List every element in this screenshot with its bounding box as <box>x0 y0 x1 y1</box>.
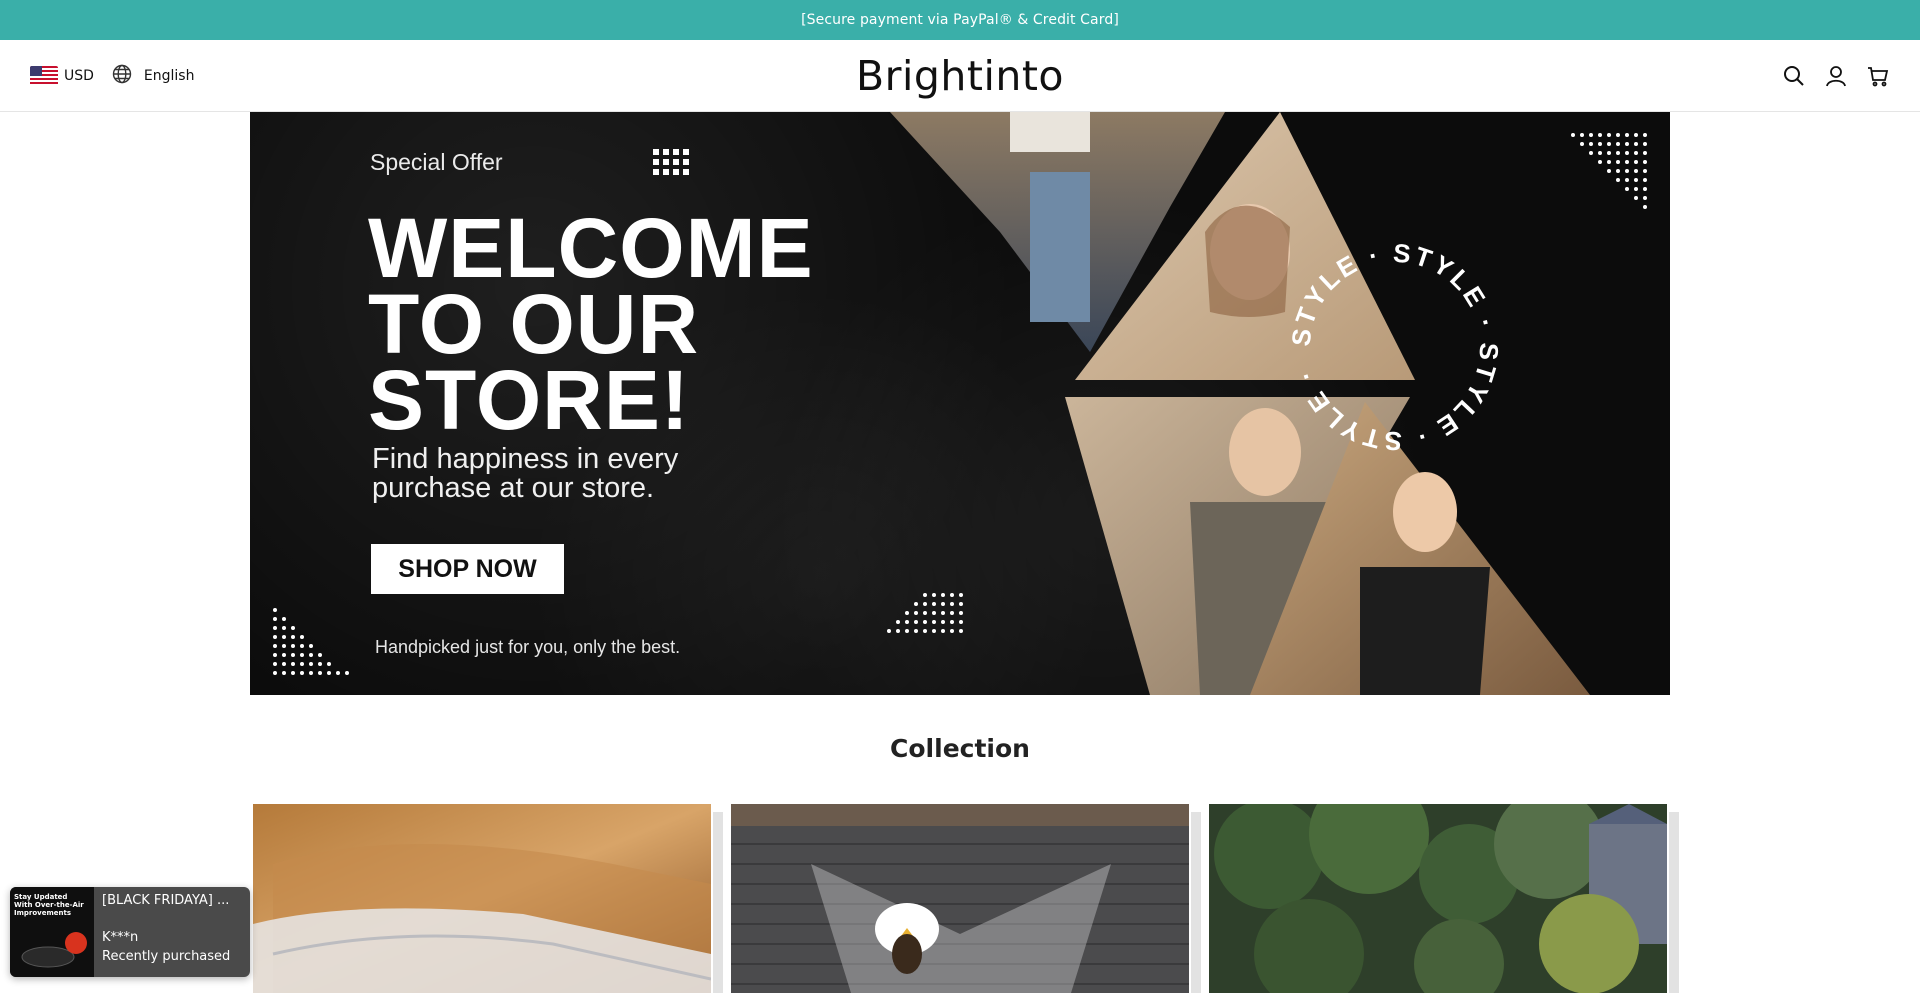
announcement-bar: [Secure payment via PayPal® & Credit Car… <box>0 0 1920 40</box>
card-shadow <box>713 812 723 993</box>
collection-image-eagle-light <box>731 804 1189 993</box>
announcement-text: [Secure payment via PayPal® & Credit Car… <box>801 12 1119 28</box>
banner-special-offer: Special Offer <box>370 149 503 175</box>
hero-banner[interactable]: Special Offer WELCOME TO OUR STORE! Find… <box>250 112 1670 695</box>
toast-product-thumbnail: Stay Updated With Over-the-Air Improveme… <box>10 887 94 977</box>
collection-card[interactable] <box>731 804 1189 993</box>
headline-line-2: TO OUR <box>368 277 700 371</box>
account-icon[interactable] <box>1824 64 1848 88</box>
card-shadow <box>1191 812 1201 993</box>
shop-now-button[interactable]: SHOP NOW <box>371 544 564 594</box>
site-header: USD English Brightinto <box>0 40 1920 112</box>
banner-tagline: Handpicked just for you, only the best. <box>375 637 681 657</box>
dots-triangle-top-right <box>1571 133 1647 209</box>
toast-product-title: [BLACK FRIDAYA] ... <box>102 893 230 908</box>
dots-triangle-center <box>887 593 963 633</box>
dots-triangle-left <box>273 608 349 675</box>
site-logo[interactable]: Brightinto <box>0 52 1920 100</box>
toast-buyer-name: K***n <box>102 930 139 945</box>
recent-purchase-popup[interactable]: Stay Updated With Over-the-Air Improveme… <box>10 887 250 977</box>
style-ring-text: STYLE · STYLE · STYLE · STYLE · <box>1290 242 1500 452</box>
header-actions <box>1782 40 1890 112</box>
toast-status: Recently purchased <box>102 949 231 964</box>
thumbnail-caption: Stay Updated With Over-the-Air Improveme… <box>14 893 84 917</box>
cart-icon[interactable] <box>1866 64 1890 88</box>
toast-body: [BLACK FRIDAYA] ... K***n Recently purch… <box>94 887 250 977</box>
banner-subtitle: Find happiness in every purchase at our … <box>372 443 679 504</box>
headline-line-3: STORE! <box>368 353 690 447</box>
collection-card[interactable] <box>253 804 711 993</box>
search-icon[interactable] <box>1782 64 1806 88</box>
headline-line-1: WELCOME <box>368 201 814 295</box>
collection-image-bamboo-tray <box>253 804 711 993</box>
card-shadow <box>1669 812 1679 993</box>
dots-decoration <box>653 149 689 175</box>
collection-card[interactable] <box>1209 804 1667 993</box>
svg-text:STYLE · STYLE · STYLE · STYLE: STYLE · STYLE · STYLE · STYLE · <box>1290 242 1500 452</box>
collection-heading: Collection <box>890 734 1030 763</box>
banner-headline: WELCOME TO OUR STORE! <box>368 201 814 447</box>
collection-image-garden <box>1209 804 1667 993</box>
